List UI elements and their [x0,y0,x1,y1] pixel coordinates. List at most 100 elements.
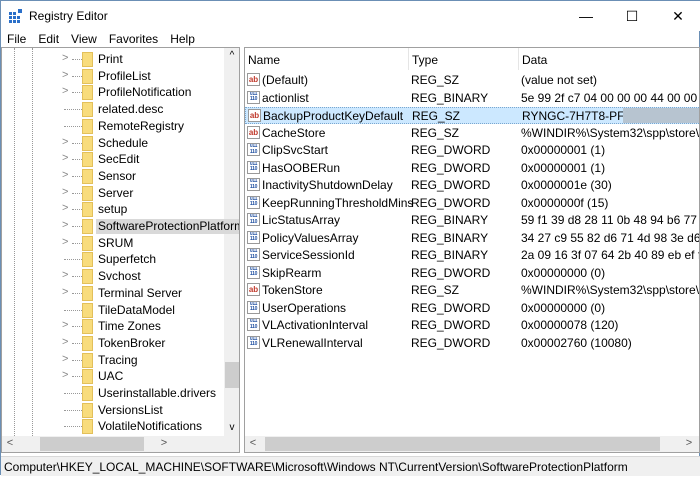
value-row[interactable]: 011 110 SkipRearm REG_DWORD 0x00000000 (0) [245,265,699,282]
column-header-name[interactable]: Name [245,48,409,70]
expand-chevron-icon[interactable]: > [62,353,68,365]
value-row[interactable]: 011 110 actionlist REG_BINARY 5e 99 2f c7 0… [245,90,699,107]
value-row[interactable]: 011 110 ClipSvcStart REG_DWORD 0x00000001 (… [245,142,699,159]
value-name: UserOperations [262,300,347,315]
menu-edit[interactable]: Edit [32,31,65,47]
expand-chevron-icon[interactable]: > [62,152,68,164]
tree-item[interactable]: TileDataModel [2,302,224,319]
scroll-down-icon[interactable]: v [224,422,239,433]
tree-item[interactable]: related.desc [2,101,224,118]
tree-item[interactable]: Userinstallable.drivers [2,385,224,402]
folder-icon [82,85,93,101]
values-horizontal-scrollbar[interactable]: < > [245,436,699,452]
expand-chevron-icon[interactable]: > [62,269,68,281]
tree-item-label: Svchost [98,269,141,284]
tree-item[interactable]: > Tracing [2,352,224,369]
close-button[interactable]: ✕ [655,1,700,31]
binary-value-icon: 011 110 [247,318,260,331]
tree-item[interactable]: VolatileNotifications [2,418,224,435]
tree-item[interactable]: > Time Zones [2,318,224,335]
binary-value-icon: 011 110 [247,300,260,314]
column-header-type[interactable]: Type [409,48,519,70]
tree-item[interactable]: > setup [2,201,224,218]
tree-item-label: ProfileList [98,68,151,83]
expand-chevron-icon[interactable]: > [62,369,68,381]
value-row[interactable]: 011 110 KeepRunningThresholdMins REG_DWORD… [245,195,699,212]
tree-vertical-scrollbar[interactable]: ^ v [224,48,239,438]
tree-item[interactable]: > Terminal Server [2,285,224,302]
expand-chevron-icon[interactable]: > [62,319,68,331]
value-row[interactable]: 011 110 HasOOBERun REG_DWORD 0x00000001 (1) [245,160,699,177]
folder-icon [82,235,93,251]
tree-connector [64,259,84,261]
value-row[interactable]: ab BackupProductKeyDefault REG_SZ RYNGC-7H7… [245,107,699,124]
tree-item[interactable]: > ProfileList [2,68,224,85]
tree-horizontal-scroll-thumb[interactable] [40,437,144,451]
folder-icon [82,335,93,351]
value-row[interactable]: ab (Default) REG_SZ (value not set) [245,72,699,89]
value-row[interactable]: 011 110 VLActivationInterval REG_DWORD 0x00… [245,317,699,334]
tree-item[interactable]: > UAC [2,368,224,385]
tree-item[interactable]: VersionsList [2,402,224,419]
expand-chevron-icon[interactable]: > [62,186,68,198]
expand-chevron-icon[interactable]: > [62,202,68,214]
tree-item[interactable]: RemoteRegistry [2,118,224,135]
tree-item-label: Print [98,52,123,66]
menu-help[interactable]: Help [164,31,201,47]
value-row[interactable]: 011 110 UserOperations REG_DWORD 0x00000000… [245,300,699,317]
scroll-right-icon[interactable]: > [156,437,172,449]
minimize-button[interactable]: — [563,1,609,31]
tree-item[interactable]: > Sensor [2,168,224,185]
scroll-left-icon[interactable]: < [245,437,261,449]
expand-chevron-icon[interactable]: > [62,52,68,64]
expand-chevron-icon[interactable]: > [62,219,68,231]
tree-item[interactable]: > TokenBroker [2,335,224,352]
expand-chevron-icon[interactable]: > [62,236,68,248]
scroll-right-icon[interactable]: > [681,437,697,449]
value-name: ClipSvcStart [262,143,329,157]
tree-item[interactable]: > Print [2,51,224,68]
tree-item-label: related.desc [98,102,164,117]
expand-chevron-icon[interactable]: > [62,136,68,148]
value-row[interactable]: ab CacheStore REG_SZ %WINDIR%\System32\spp\… [245,125,699,142]
expand-chevron-icon[interactable]: > [62,169,68,181]
tree-item-label: TileDataModel [98,302,175,317]
tree-item[interactable]: > SRUM [2,235,224,252]
value-name: HasOOBERun [262,160,341,175]
binary-value-icon: 011 110 [247,178,260,191]
expand-chevron-icon[interactable]: > [62,69,68,81]
folder-icon [82,352,93,368]
values-horizontal-scroll-thumb[interactable] [265,437,660,451]
tree-vertical-scroll-thumb[interactable] [225,362,239,388]
value-row[interactable]: 011 110 LicStatusArray REG_BINARY 59 f1 39 … [245,212,699,229]
expand-chevron-icon[interactable]: > [62,286,68,298]
binary-value-icon: 011 110 [247,160,260,174]
column-header-data[interactable]: Data [519,48,699,70]
tree-item[interactable]: > SecEdit [2,151,224,168]
value-data: 2a 09 16 3f 07 64 2b 40 89 eb ef f0 80 [521,248,699,262]
menu-view[interactable]: View [65,31,103,47]
tree-item[interactable]: > Svchost [2,268,224,285]
expand-chevron-icon[interactable]: > [62,85,68,97]
value-row[interactable]: 011 110 VLRenewalInterval REG_DWORD 0x00002… [245,335,699,352]
value-row[interactable]: 011 110 ServiceSessionId REG_BINARY 2a 09 1… [245,247,699,264]
tree-horizontal-scrollbar[interactable]: < > [2,436,239,452]
tree-item[interactable]: Superfetch [2,251,224,268]
menu-file[interactable]: File [1,31,32,47]
value-row[interactable]: ab TokenStore REG_SZ %WINDIR%\System32\spp\… [245,282,699,299]
scroll-up-icon[interactable]: ^ [224,50,239,61]
menu-favorites[interactable]: Favorites [103,31,164,47]
folder-icon [82,419,93,435]
value-type: REG_BINARY [411,248,489,262]
tree-item[interactable]: > SoftwareProtectionPlatform [2,218,239,235]
binary-value-icon: 011 110 [247,265,260,279]
expand-chevron-icon[interactable]: > [62,336,68,348]
tree-item[interactable]: > Server [2,185,224,202]
value-row[interactable]: 011 110 PolicyValuesArray REG_BINARY 34 27 … [245,230,699,247]
scroll-left-icon[interactable]: < [2,437,18,449]
tree-item[interactable]: > ProfileNotification [2,84,224,101]
tree-item[interactable]: > Schedule [2,135,224,152]
value-row[interactable]: 011 110 InactivityShutdownDelay REG_DWORD 0… [245,177,699,194]
maximize-button[interactable]: ☐ [609,1,655,31]
tree-item-label: SoftwareProtectionPlatform [96,219,239,234]
